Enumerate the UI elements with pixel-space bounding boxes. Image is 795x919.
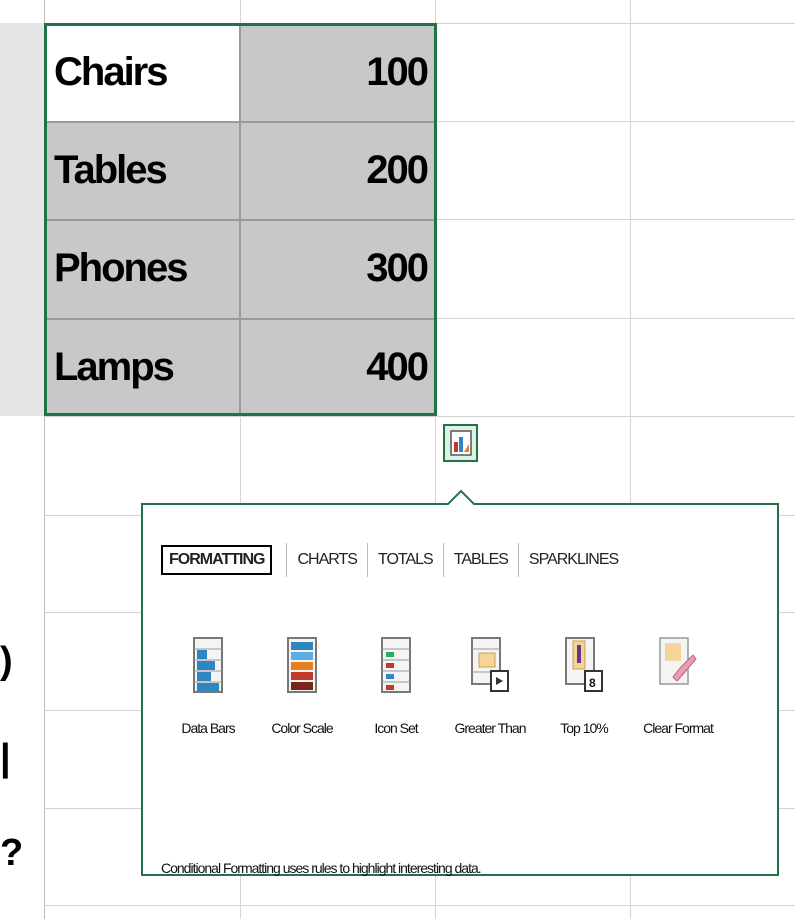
tab-sparklines[interactable]: SPARKLINES: [519, 545, 628, 575]
clear-format-icon: [659, 637, 697, 685]
cut-off-text: ?: [0, 832, 24, 874]
quick-analysis-panel: FORMATTING CHARTS TOTALS TABLES SPARKLIN…: [141, 489, 779, 876]
tool-label: Icon Set: [374, 720, 418, 736]
row-header-selected[interactable]: [0, 23, 45, 416]
cut-off-text: |: [0, 737, 11, 779]
tool-label: Data Bars: [181, 720, 235, 736]
tool-label: Color Scale: [271, 720, 333, 736]
tab-bar: FORMATTING CHARTS TOTALS TABLES SPARKLIN…: [161, 543, 628, 577]
data-bars-icon: [193, 637, 223, 693]
tool-label: Greater Than: [454, 720, 526, 736]
description-text: Conditional Formatting uses rules to hig…: [161, 860, 482, 876]
icon-set-icon: [381, 637, 411, 693]
greater-than-icon: [471, 637, 509, 692]
panel-pointer: [447, 489, 475, 505]
top-10-button[interactable]: 8 Top 10%: [537, 637, 631, 745]
tool-label: Clear Format: [643, 720, 714, 736]
color-scale-icon: [287, 637, 317, 693]
icon-set-button[interactable]: Icon Set: [349, 637, 443, 745]
svg-text:8: 8: [589, 676, 596, 690]
tab-totals[interactable]: TOTALS: [368, 545, 443, 575]
cut-off-text: ): [0, 640, 13, 682]
gridline: [0, 905, 795, 906]
quick-analysis-icon: [449, 430, 472, 456]
tab-tables[interactable]: TABLES: [444, 545, 518, 575]
clear-format-button[interactable]: Clear Format: [631, 637, 725, 745]
greater-than-button[interactable]: Greater Than: [443, 637, 537, 745]
top-10-icon: 8: [565, 637, 603, 692]
tool-label: Top 10%: [560, 720, 608, 736]
tool-list: Data Bars Color Scale Icon Set Greater T…: [161, 637, 725, 745]
tab-formatting[interactable]: FORMATTING: [161, 545, 273, 575]
selection-border: [44, 23, 437, 416]
tab-charts[interactable]: CHARTS: [287, 545, 367, 575]
data-bars-button[interactable]: Data Bars: [161, 637, 255, 745]
quick-analysis-button[interactable]: [443, 424, 478, 462]
gridline: [0, 416, 795, 417]
color-scale-button[interactable]: Color Scale: [255, 637, 349, 745]
